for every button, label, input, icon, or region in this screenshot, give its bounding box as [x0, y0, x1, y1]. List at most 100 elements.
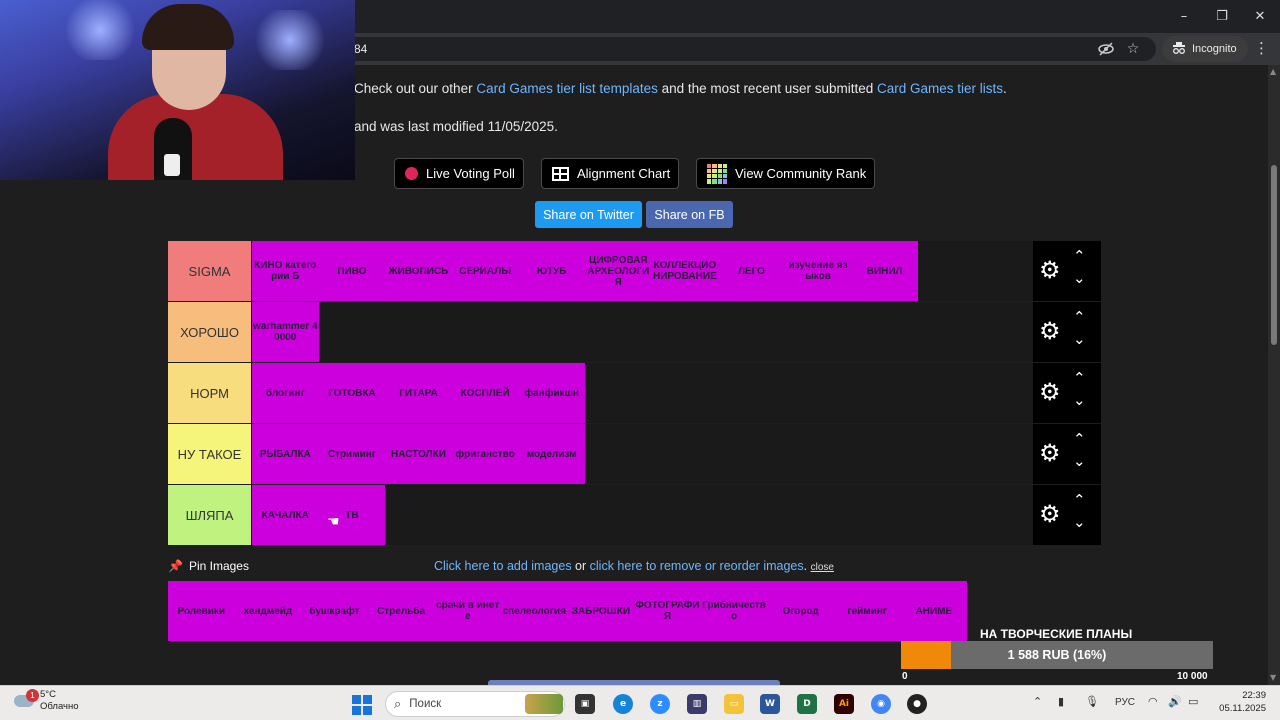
file-explorer-icon[interactable]: ▭: [724, 694, 744, 714]
language-indicator[interactable]: РУС: [1115, 697, 1135, 708]
pool-item-card[interactable]: Грибничество: [700, 581, 768, 641]
tier-item-card[interactable]: КОЛЛЕКЦИОНИРОВАНИЕ: [651, 241, 719, 301]
gear-icon[interactable]: ⚙: [1039, 441, 1061, 465]
templates-link[interactable]: Card Games tier list templates: [476, 81, 658, 96]
pool-item-card[interactable]: ЗАБРОШКИ: [567, 581, 635, 641]
share-twitter-button[interactable]: Share on Twitter: [535, 201, 642, 228]
microphone: [154, 118, 192, 180]
tier-item-card[interactable]: ПИВО: [318, 241, 386, 301]
page-scrollbar[interactable]: ▲ ▼: [1268, 65, 1280, 685]
chevron-down-icon[interactable]: ⌄: [1073, 269, 1086, 287]
scrollbar-thumb[interactable]: [1271, 165, 1277, 345]
tier-item-card[interactable]: фриганство: [451, 424, 519, 484]
illustrator-icon[interactable]: Ai: [834, 694, 854, 714]
chevron-up-icon[interactable]: ⌃: [1073, 369, 1086, 387]
tier-item-card[interactable]: фанфикшн: [518, 363, 585, 423]
tier-item-card[interactable]: НАСТОЛКИ: [385, 424, 452, 484]
gear-icon[interactable]: ⚙: [1039, 502, 1061, 526]
editor-app-icon[interactable]: D: [797, 694, 817, 714]
browser-menu-icon[interactable]: ⋮: [1254, 39, 1269, 57]
edge-icon[interactable]: e: [613, 694, 633, 714]
task-view-icon[interactable]: ▣: [575, 694, 595, 714]
share-fb-button[interactable]: Share on FB: [646, 201, 733, 228]
chevron-up-icon[interactable]: ⌃: [1073, 430, 1086, 448]
tier-item-card[interactable]: ЛЕГО: [718, 241, 785, 301]
live-voting-poll-button[interactable]: Live Voting Poll: [394, 158, 524, 189]
tier-item-card[interactable]: КАЧАЛКА: [252, 485, 319, 545]
tier-item-card[interactable]: Стриминг: [318, 424, 386, 484]
tier-item-card[interactable]: КОСПЛЕЙ: [451, 363, 519, 423]
pool-item-card[interactable]: бушкрафт: [301, 581, 368, 641]
tray-app-icon[interactable]: ▮: [1058, 695, 1064, 708]
url-field[interactable]: 84: [340, 37, 1156, 61]
community-rank-button[interactable]: View Community Rank: [696, 158, 876, 189]
close-link[interactable]: close: [811, 562, 834, 573]
eye-off-icon[interactable]: [1097, 40, 1115, 58]
taskbar-clock[interactable]: 22:39 05.11.2025: [1214, 689, 1266, 715]
tier-item-card[interactable]: КИНО категории Б: [252, 241, 319, 301]
close-icon[interactable]: ✕: [1241, 4, 1279, 28]
widget-scene-icon[interactable]: [525, 694, 563, 714]
tier-item-card[interactable]: ГОТОВКА: [318, 363, 386, 423]
tier-item-card[interactable]: ЮТУБ: [518, 241, 585, 301]
user-tierlists-link[interactable]: Card Games tier lists: [877, 81, 1003, 96]
incognito-badge[interactable]: Incognito: [1162, 36, 1248, 62]
pool-item-card[interactable]: Стрельба: [367, 581, 435, 641]
microphone-icon[interactable]: 🎙: [1085, 695, 1099, 708]
tray-overflow-icon[interactable]: ⌃: [1033, 695, 1042, 708]
tier-item-card[interactable]: СЕРИАЛЫ: [451, 241, 519, 301]
scroll-down-icon[interactable]: ▼: [1270, 673, 1276, 682]
tier-item-card[interactable]: ГИТАРА: [385, 363, 452, 423]
pool-item-card[interactable]: срачи в инете: [434, 581, 501, 641]
gear-icon[interactable]: ⚙: [1039, 258, 1061, 282]
volume-icon[interactable]: 🔊: [1168, 695, 1182, 708]
wifi-icon[interactable]: ◠: [1148, 695, 1158, 708]
chevron-down-icon[interactable]: ⌄: [1073, 452, 1086, 470]
tier-label[interactable]: НОРМ: [168, 363, 251, 423]
pool-item-card[interactable]: хендмейд: [234, 581, 302, 641]
chevron-up-icon[interactable]: ⌃: [1073, 247, 1086, 265]
pool-item-card[interactable]: АНИМЕ: [900, 581, 968, 641]
weather-widget[interactable]: 1 5°C Облачно: [14, 689, 79, 713]
chevron-down-icon[interactable]: ⌄: [1073, 513, 1086, 531]
tier-label[interactable]: SIGMA: [168, 241, 251, 301]
chrome-icon[interactable]: ◉: [871, 694, 891, 714]
battery-icon[interactable]: ▭: [1188, 695, 1198, 708]
pool-item-card[interactable]: ФОТОГРАФИЯ: [634, 581, 701, 641]
tier-item-card[interactable]: блогинг: [252, 363, 319, 423]
scroll-up-icon[interactable]: ▲: [1270, 67, 1276, 76]
tier-label[interactable]: ХОРОШО: [168, 302, 251, 362]
tier-label[interactable]: ШЛЯПА: [168, 485, 251, 545]
remove-reorder-link[interactable]: click here to remove or reorder images: [590, 559, 804, 573]
minimize-icon[interactable]: –: [1165, 4, 1203, 28]
chevron-up-icon[interactable]: ⌃: [1073, 308, 1086, 326]
tier-item-card[interactable]: моделизм: [518, 424, 585, 484]
obs-icon[interactable]: ●: [907, 694, 927, 714]
pool-item-card[interactable]: Огород: [767, 581, 834, 641]
tier-item-card[interactable]: РЫБАЛКА: [252, 424, 319, 484]
tier-item-card[interactable]: ЦИФРОВАЯ АРХЕОЛОГИЯ: [584, 241, 652, 301]
tier-item-card[interactable]: warhammer 40000: [252, 302, 319, 362]
pool-item-card[interactable]: спелеология: [500, 581, 568, 641]
add-images-link[interactable]: Click here to add images: [434, 559, 572, 573]
zoom-icon[interactable]: z: [650, 694, 670, 714]
tier-item-card[interactable]: ВИНИЛ: [851, 241, 918, 301]
pin-images-toggle[interactable]: 📌 Pin Images: [168, 559, 249, 573]
tier-item-card[interactable]: изучение языков: [784, 241, 852, 301]
tier-label[interactable]: НУ ТАКОЕ: [168, 424, 251, 484]
chevron-up-icon[interactable]: ⌃: [1073, 491, 1086, 509]
word-icon[interactable]: W: [760, 694, 780, 714]
gear-icon[interactable]: ⚙: [1039, 380, 1061, 404]
windows-start-icon[interactable]: [352, 695, 372, 715]
webcam-overlay: [0, 0, 355, 180]
alignment-chart-button[interactable]: Alignment Chart: [541, 158, 680, 189]
pool-item-card[interactable]: Ролевики: [168, 581, 235, 641]
pool-item-card[interactable]: гейминг: [833, 581, 901, 641]
maximize-icon[interactable]: ❐: [1203, 4, 1241, 28]
chevron-down-icon[interactable]: ⌄: [1073, 330, 1086, 348]
bookmark-star-icon[interactable]: ☆: [1124, 40, 1142, 58]
monitor-app-icon[interactable]: ▥: [687, 694, 707, 714]
gear-icon[interactable]: ⚙: [1039, 319, 1061, 343]
chevron-down-icon[interactable]: ⌄: [1073, 391, 1086, 409]
tier-item-card[interactable]: ЖИВОПИСЬ: [385, 241, 452, 301]
